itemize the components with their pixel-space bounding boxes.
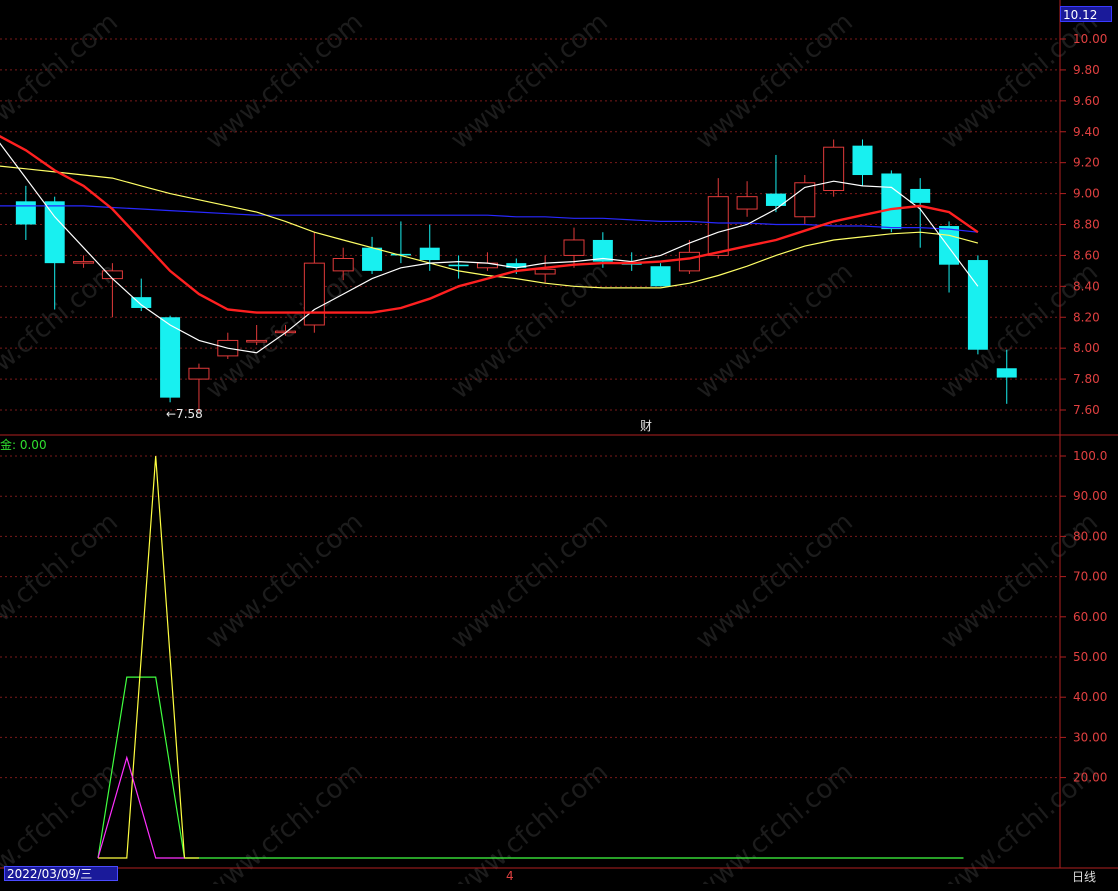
indicator-yellow-line xyxy=(98,455,199,859)
indicator-label: 金: 0.00 xyxy=(0,438,47,452)
watermark-text: www.cfchi.com xyxy=(445,507,614,655)
indicator-tick-label: 50.00 xyxy=(1073,650,1107,664)
candle-body-down xyxy=(996,368,1017,378)
price-tick-label: 9.80 xyxy=(1073,63,1100,77)
price-tick-label: 7.60 xyxy=(1073,403,1100,417)
price-tick-label: 8.80 xyxy=(1073,218,1100,232)
watermark-text: www.cfchi.com xyxy=(690,507,859,655)
price-tick-label: 8.40 xyxy=(1073,279,1100,293)
candle-body-up xyxy=(534,268,556,275)
bottom-tab-bar[interactable] xyxy=(0,884,1118,891)
x-axis-marker: 4 xyxy=(506,869,514,883)
indicator-tick-label: 20.00 xyxy=(1073,771,1107,785)
candle-body-up xyxy=(678,251,700,272)
indicator-tick-label: 90.00 xyxy=(1073,489,1107,503)
candles xyxy=(15,139,1017,414)
candle-body-up xyxy=(736,196,758,210)
candle-body-down xyxy=(852,145,873,176)
price-axis: 7.60 7.80 8.00 8.20 8.40 8.60 8.80 9.00 9.20 9.40… xyxy=(1060,32,1107,417)
indicator-tick-label: 100.0 xyxy=(1073,449,1107,463)
candle-body-up xyxy=(332,258,354,272)
candle-body-up xyxy=(563,239,585,256)
candle-body-down xyxy=(419,247,440,261)
stock-chart: www.cfchi.com www.cfchi.com www.cfchi.com w… xyxy=(0,0,1118,891)
watermark-text: www.cfchi.com xyxy=(0,257,124,405)
watermark-text: www.cfchi.com xyxy=(690,7,859,155)
indicator-tick-label: 60.00 xyxy=(1073,610,1107,624)
current-price-box: 10.12 xyxy=(1060,6,1112,22)
candle-body-down xyxy=(881,173,902,230)
candle-body-down xyxy=(15,201,36,225)
price-tick-label: 8.00 xyxy=(1073,341,1100,355)
candle-body-down xyxy=(362,247,383,271)
price-tick-label: 9.00 xyxy=(1073,187,1100,201)
indicator-tick-label: 70.00 xyxy=(1073,570,1107,584)
candle-body-down xyxy=(44,201,65,264)
watermark: www.cfchi.com www.cfchi.com www.cfchi.com w… xyxy=(0,7,1104,891)
indicator-tick-label: 80.00 xyxy=(1073,529,1107,543)
candle-body-up xyxy=(188,367,210,380)
candle-body-down xyxy=(939,226,960,265)
price-tick-label: 9.40 xyxy=(1073,125,1100,139)
price-tick-label: 10.00 xyxy=(1073,32,1107,46)
watermark-text: www.cfchi.com xyxy=(0,507,124,655)
price-tick-label: 9.60 xyxy=(1073,94,1100,108)
indicator-tick-label: 30.00 xyxy=(1073,730,1107,744)
candle-body-up xyxy=(707,196,729,256)
ma-long-line xyxy=(0,205,978,233)
watermark-text: www.cfchi.com xyxy=(200,507,369,655)
finance-marker[interactable]: 财 xyxy=(640,419,652,433)
watermark-text: www.cfchi.com xyxy=(690,257,859,405)
indicator-tick-label: 40.00 xyxy=(1073,690,1107,704)
price-tick-label: 8.20 xyxy=(1073,310,1100,324)
watermark-text: www.cfchi.com xyxy=(200,7,369,155)
candle-body-down xyxy=(910,188,931,203)
date-cursor-box: 2022/03/09/三 xyxy=(4,866,118,881)
watermark-text: www.cfchi.com xyxy=(445,257,614,405)
candle-body-up xyxy=(101,270,123,280)
period-label[interactable]: 日线 xyxy=(1072,868,1096,885)
candle-body-down xyxy=(448,264,469,267)
watermark-text: www.cfchi.com xyxy=(0,7,124,155)
price-tick-label: 9.20 xyxy=(1073,156,1100,170)
candle-body-up xyxy=(823,146,845,191)
candle-body-down xyxy=(967,260,988,350)
low-annotation: ←7.58 xyxy=(166,407,203,421)
candle-body-up xyxy=(246,339,268,343)
watermark-text: www.cfchi.com xyxy=(445,7,614,155)
price-tick-label: 7.80 xyxy=(1073,372,1100,386)
price-tick-label: 8.60 xyxy=(1073,248,1100,262)
indicator-axis: 20.00 30.00 40.00 50.00 60.00 70.00 80.00 90.00… xyxy=(1060,449,1107,785)
candle-body-down xyxy=(650,266,671,287)
candle-body-up xyxy=(73,261,95,264)
